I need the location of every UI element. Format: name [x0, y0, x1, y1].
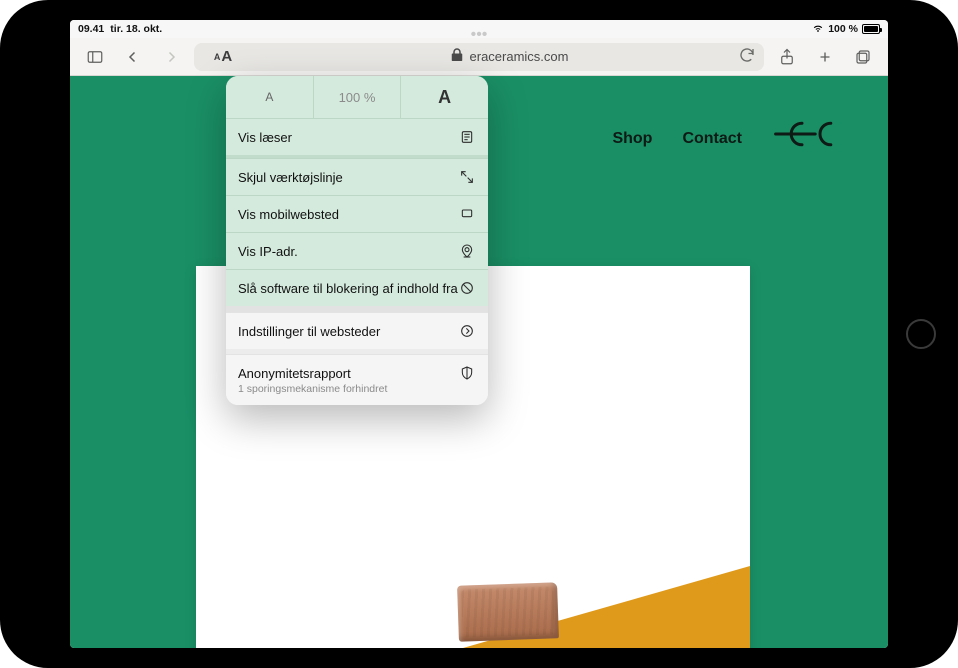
reader-icon — [458, 129, 476, 145]
safari-toolbar: ••• AA eraceramics.com — [70, 38, 888, 76]
lock-icon — [448, 46, 466, 67]
nav-link-shop[interactable]: Shop — [612, 130, 652, 148]
address-bar[interactable]: eraceramics.com — [252, 43, 764, 71]
ipad-device: 09.41 tir. 18. okt. 100 % ••• — [0, 0, 958, 668]
status-time: 09.41 — [78, 23, 104, 35]
url-text: eraceramics.com — [470, 49, 569, 64]
site-nav: Shop Contact — [612, 114, 844, 163]
menu-item-website-settings[interactable]: Indstillinger til websteder — [226, 312, 488, 349]
menu-label: Indstillinger til websteder — [238, 324, 458, 339]
settings-icon — [458, 323, 476, 339]
device-icon — [458, 206, 476, 222]
battery-percent: 100 % — [828, 23, 858, 35]
back-button[interactable] — [118, 42, 148, 72]
zoom-value: 100 % — [313, 76, 402, 118]
aa-big-glyph: A — [221, 48, 232, 65]
new-tab-button[interactable] — [810, 42, 840, 72]
menu-label: Vis mobilwebsted — [238, 207, 458, 222]
menu-item-request-mobile[interactable]: Vis mobilwebsted — [226, 195, 488, 232]
menu-label: Skjul værktøjslinje — [238, 170, 458, 185]
menu-label: Vis læser — [238, 130, 458, 145]
reload-icon[interactable] — [738, 46, 756, 67]
menu-label: Anonymitetsrapport — [238, 366, 458, 381]
share-button[interactable] — [772, 42, 802, 72]
forward-button[interactable] — [156, 42, 186, 72]
zoom-out-glyph: A — [265, 90, 273, 104]
menu-item-privacy-report[interactable]: Anonymitetsrapport 1 sporingsmekanisme f… — [226, 354, 488, 405]
status-date: tir. 18. okt. — [110, 23, 162, 35]
page-settings-popover: A 100 % A Vis læser Skjul værktøjslinje — [226, 76, 488, 405]
tabs-button[interactable] — [848, 42, 878, 72]
expand-icon — [458, 169, 476, 185]
aa-small-glyph: A — [214, 52, 221, 62]
menu-label: Slå software til blokering af indhold fr… — [238, 281, 458, 296]
menu-item-content-blockers[interactable]: Slå software til blokering af indhold fr… — [226, 269, 488, 306]
location-icon — [458, 243, 476, 259]
zoom-in-glyph: A — [438, 87, 451, 108]
menu-label: Vis IP-adr. — [238, 244, 458, 259]
site-logo[interactable] — [772, 114, 844, 163]
menu-item-hide-toolbar[interactable]: Skjul værktøjslinje — [226, 158, 488, 195]
zoom-row: A 100 % A — [226, 76, 488, 118]
wifi-icon — [812, 24, 824, 34]
clay-block — [457, 582, 559, 641]
home-button[interactable] — [906, 319, 936, 349]
page-settings-button[interactable]: AA — [194, 43, 252, 71]
multitask-handle-icon[interactable]: ••• — [459, 26, 499, 31]
zoom-out-button[interactable]: A — [226, 76, 313, 118]
menu-item-show-reader[interactable]: Vis læser — [226, 118, 488, 155]
menu-item-show-ip[interactable]: Vis IP-adr. — [226, 232, 488, 269]
battery-icon — [862, 24, 880, 34]
nav-link-contact[interactable]: Contact — [682, 130, 742, 148]
screen: 09.41 tir. 18. okt. 100 % ••• — [70, 20, 888, 648]
privacy-subtext: 1 sporingsmekanisme forhindret — [238, 383, 476, 395]
blocker-off-icon — [458, 280, 476, 296]
zoom-in-button[interactable]: A — [401, 76, 488, 118]
sidebar-button[interactable] — [80, 42, 110, 72]
shield-icon — [458, 365, 476, 381]
